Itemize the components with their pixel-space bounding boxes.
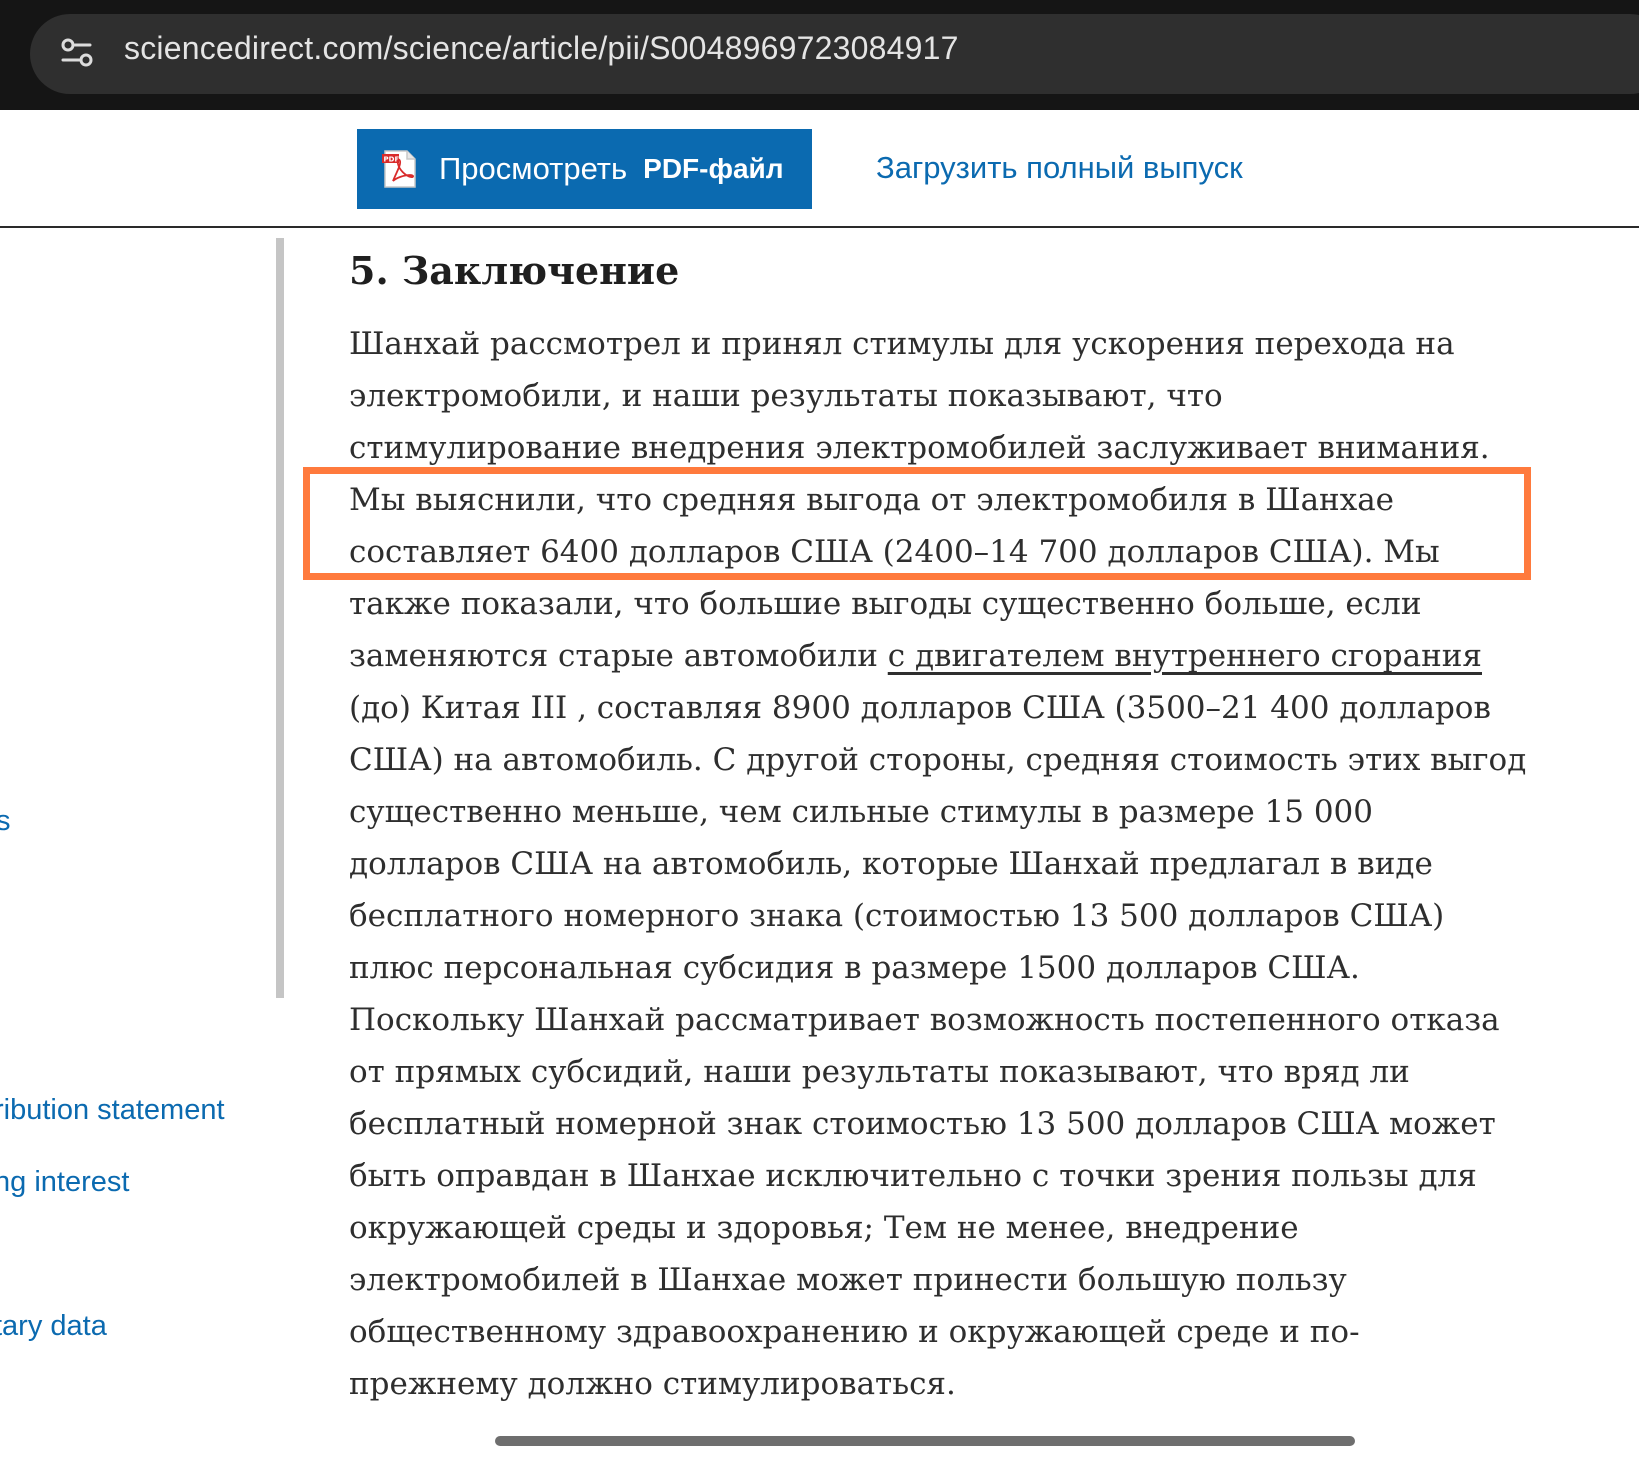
view-pdf-button[interactable]: PDF Просмотреть PDF-файл — [357, 129, 812, 209]
paragraph-line: стимулирование внедрения электромобилей … — [349, 430, 1490, 466]
paragraph-line: окружающей среды и здоровья; Тем не мене… — [349, 1210, 1299, 1246]
sidebar-item-attribution-statement[interactable]: ribution statement — [0, 1094, 225, 1127]
download-full-issue-link[interactable]: Загрузить полный выпуск — [876, 150, 1243, 186]
paragraph-line: Поскольку Шанхай рассматривает возможнос… — [349, 1002, 1500, 1038]
paragraph-text: заменяются старые автомобили — [349, 638, 888, 674]
sidebar-scroll-indicator — [276, 238, 284, 998]
url-text[interactable]: sciencedirect.com/science/article/pii/S0… — [124, 30, 959, 67]
paragraph-line: (до) Китая III , составляя 8900 долларов… — [349, 690, 1491, 726]
browser-address-bar: sciencedirect.com/science/article/pii/S0… — [0, 0, 1639, 110]
paragraph-line: бесплатного номерного знака (стоимостью … — [349, 898, 1445, 934]
section-title: 5. Заключение — [349, 248, 680, 293]
article-paragraph: Шанхай рассмотрел и принял стимулы для у… — [349, 318, 1527, 1410]
paragraph-line: долларов США на автомобиль, которые Шанх… — [349, 846, 1433, 882]
paragraph-line: бесплатный номерной знак стоимостью 13 5… — [349, 1106, 1496, 1142]
view-pdf-label-bold: PDF-файл — [643, 153, 784, 184]
pdf-file-icon: PDF — [382, 150, 416, 188]
paragraph-line: электромобилей в Шанхае может принести б… — [349, 1262, 1347, 1298]
view-pdf-label: Просмотреть — [439, 151, 628, 186]
paragraph-line: электромобили, и наши результаты показыв… — [349, 378, 1223, 414]
paragraph-line: прежнему должно стимулироваться. — [349, 1366, 956, 1402]
paragraph-line: от прямых субсидий, наши результаты пока… — [349, 1054, 1410, 1090]
paragraph-line-highlighted: составляет 6400 долларов США (2400–14 70… — [349, 534, 1440, 570]
sidebar-item-supplementary-data[interactable]: tary data — [0, 1310, 107, 1343]
paragraph-line: Шанхай рассмотрел и принял стимулы для у… — [349, 326, 1455, 362]
horizontal-scrollbar[interactable] — [495, 1436, 1355, 1446]
paragraph-line-highlighted: Мы выяснили, что средняя выгода от элект… — [349, 482, 1395, 518]
paragraph-line: заменяются старые автомобили с двигателе… — [349, 630, 1509, 682]
sidebar-item-cropped[interactable]: s — [0, 805, 11, 838]
tune-icon[interactable] — [60, 36, 94, 70]
paragraph-line: быть оправдан в Шанхае исключительно с т… — [349, 1158, 1477, 1194]
paragraph-line: плюс персональная субсидия в размере 150… — [349, 950, 1360, 986]
ice-glossary-link[interactable]: с двигателем внутреннего сгорания — [888, 638, 1482, 674]
paragraph-line: общественному здравоохранению и окружающ… — [349, 1314, 1360, 1350]
paragraph-line: США) на автомобиль. С другой стороны, ср… — [349, 742, 1527, 778]
sidebar-item-competing-interest[interactable]: ng interest — [0, 1166, 129, 1199]
paragraph-line: существенно меньше, чем сильные стимулы … — [349, 794, 1373, 830]
article-toolbar: PDF Просмотреть PDF-файл Загрузить полны… — [0, 110, 1639, 228]
paragraph-line: также показали, что большие выгоды сущес… — [349, 586, 1422, 622]
